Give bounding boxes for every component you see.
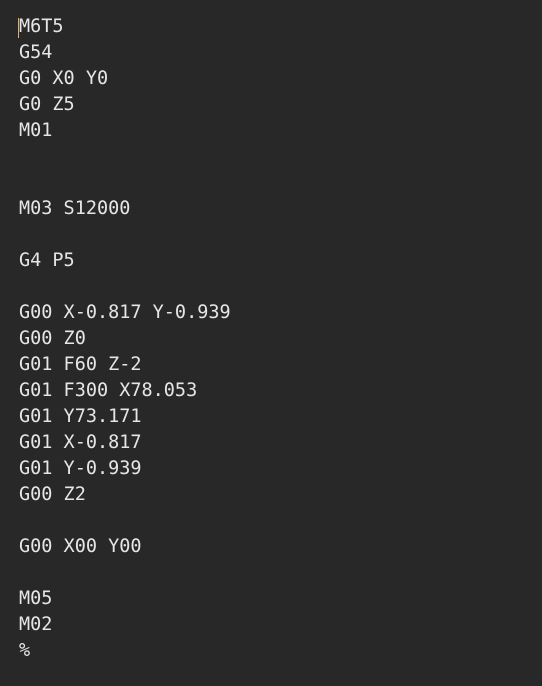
code-line: M01 [19, 120, 53, 141]
code-line: G00 Z0 [19, 328, 86, 349]
code-line: G0 Z5 [19, 94, 75, 115]
code-line: G00 X-0.817 Y-0.939 [19, 302, 231, 323]
code-line: M05 [19, 588, 53, 609]
code-line: M6T5 [19, 16, 64, 37]
text-caret [18, 18, 19, 38]
code-line: G01 X-0.817 [19, 432, 142, 453]
code-line: G00 X00 Y00 [19, 536, 142, 557]
gcode-editor[interactable]: M6T5 G54 G0 X0 Y0 G0 Z5 M01 M03 S12000 G… [0, 0, 542, 686]
code-line: M03 S12000 [19, 198, 131, 219]
code-line: G01 F300 X78.053 [19, 380, 198, 401]
code-line: G4 P5 [19, 250, 75, 271]
code-line: G01 F60 Z-2 [19, 354, 142, 375]
code-line: % [19, 640, 31, 661]
code-line: G00 Z2 [19, 484, 86, 505]
code-line: G54 [19, 42, 53, 63]
code-line: M02 [19, 614, 53, 635]
code-line: G01 Y73.171 [19, 406, 142, 427]
code-line: G0 X0 Y0 [19, 68, 109, 89]
code-line: G01 Y-0.939 [19, 458, 142, 479]
